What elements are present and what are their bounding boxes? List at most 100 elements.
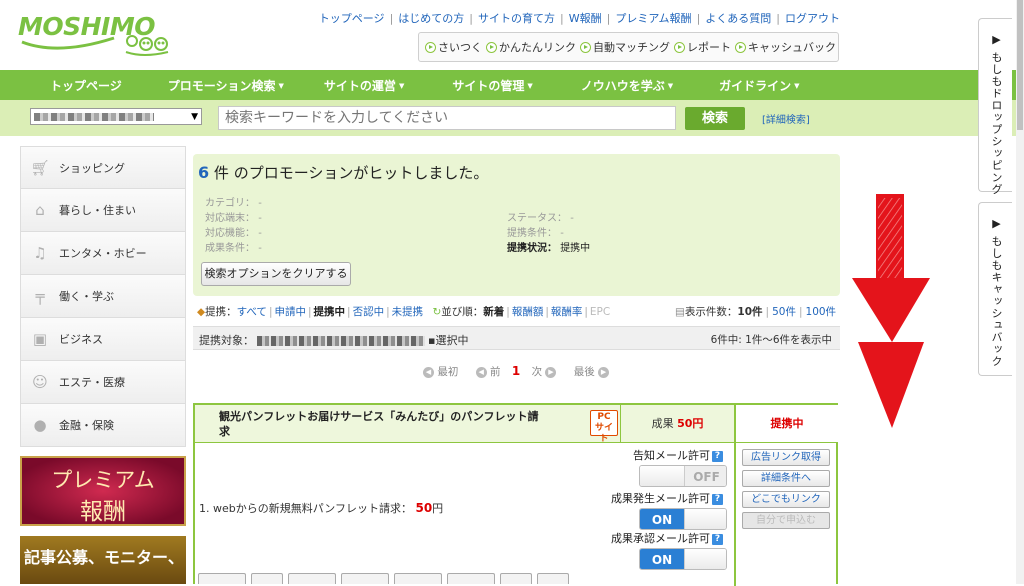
criteria-label: 提携条件： [507, 228, 557, 239]
category-entertainment[interactable]: ♫ エンタメ・ホビー [20, 232, 186, 275]
card-bottom-button[interactable] [198, 573, 246, 584]
side-tab-dropshipping[interactable]: ▶ もしもドロップシッピング [978, 18, 1012, 196]
approval-mail-toggle[interactable]: ON [639, 548, 727, 570]
clear-options-button[interactable]: 検索オプションをクリアする [201, 262, 351, 286]
toggle-state: OFF [684, 466, 726, 486]
category-label: ショッピング [59, 161, 125, 175]
badge-line: PC [597, 412, 611, 422]
card-bottom-button[interactable] [394, 573, 442, 584]
site-select[interactable]: ▼ [30, 108, 202, 125]
help-icon[interactable]: ? [712, 493, 723, 505]
caret-down-icon: ▼ [278, 82, 284, 90]
hit-count: 6 [198, 163, 210, 182]
nav-learn-knowhow[interactable]: ノウハウを学ぶ ▼ [581, 77, 673, 94]
tie-target-label: 提携対象： [199, 334, 254, 347]
nav-label: ノウハウを学ぶ [580, 78, 665, 93]
top-link-grow-site[interactable]: サイトの育て方 [478, 12, 555, 25]
nav-site-operation[interactable]: サイトの運営 ▼ [324, 77, 404, 94]
per-page-50[interactable]: 50件 [772, 306, 796, 318]
result-range: 6件中: 1件～6件を表示中 [710, 334, 832, 346]
nav-top-page[interactable]: トップページ [50, 77, 122, 94]
line-item-label: 1. webからの新規無料パンフレット請求： [199, 502, 412, 515]
nav-site-management[interactable]: サイトの管理 ▼ [452, 77, 532, 94]
nav-label: ガイドライン [719, 78, 792, 93]
sort-newest[interactable]: 新着 [483, 306, 504, 318]
quick-link-auto-matching[interactable]: 自動マッチング [580, 39, 670, 55]
card-bottom-button[interactable] [500, 573, 532, 584]
category-business[interactable]: ▣ ビジネス [20, 318, 186, 361]
category-work-study[interactable]: ╤ 働く・学ぶ [20, 275, 186, 318]
top-link-faq[interactable]: よくある質問 [705, 12, 771, 25]
sort-reward-rate[interactable]: 報酬率 [551, 306, 583, 318]
keyword-search-input[interactable] [218, 106, 676, 130]
promotion-title[interactable]: 観光パンフレットお届けサービス「みんたび」のパンフレット請求 [219, 409, 539, 439]
tie-filter-applying[interactable]: 申請中 [274, 306, 306, 318]
side-tab-cashback[interactable]: ▶ もしもキャッシュバック [978, 202, 1012, 376]
top-link-beginners[interactable]: はじめての方 [398, 12, 464, 25]
top-link-w-reward[interactable]: W報酬 [569, 12, 602, 25]
top-link-home[interactable]: トップページ [319, 12, 385, 25]
card-bottom-button[interactable] [251, 573, 283, 584]
nav-promotion-search[interactable]: プロモーション検索 ▼ [168, 77, 284, 94]
search-bar: ▼ 検索 [詳細検索] [0, 100, 1016, 136]
quick-link-cashback[interactable]: キャッシュバック [735, 39, 836, 55]
page-scrollbar[interactable] [1016, 0, 1024, 584]
category-label: 金融・保険 [59, 419, 114, 432]
per-page-100[interactable]: 100件 [806, 306, 837, 318]
quick-link-report[interactable]: レポート [674, 39, 731, 55]
sort-reward-amount[interactable]: 報酬額 [512, 306, 544, 318]
help-icon[interactable]: ? [712, 450, 723, 462]
separator: | [307, 306, 312, 318]
category-label: 働く・学ぶ [59, 290, 114, 303]
top-link-logout[interactable]: ログアウト [785, 12, 840, 25]
top-link-premium-reward[interactable]: プレミアム報酬 [615, 12, 691, 25]
category-finance[interactable]: ● 金融・保険 [20, 404, 186, 447]
premium-reward-banner[interactable]: プレミアム 報酬 [20, 456, 186, 526]
tie-filter-none[interactable]: 未提携 [392, 306, 424, 318]
promotion-actions: 広告リンク取得 詳細条件へ どこでもリンク 自分で申込む [734, 443, 838, 586]
reward-summary: 成果 50円 [620, 405, 734, 443]
detail-conditions-button[interactable]: 詳細条件へ [742, 470, 830, 487]
card-bottom-button[interactable] [447, 573, 495, 584]
tie-filter-active[interactable]: 提携中 [314, 306, 346, 318]
moshimo-logo[interactable]: MOSHIMO [18, 8, 173, 64]
tie-filter-all[interactable]: すべて [237, 306, 267, 318]
card-bottom-button[interactable] [288, 573, 336, 584]
criteria-label: 成果条件： [205, 243, 255, 254]
anywhere-link-button[interactable]: どこでもリンク [742, 491, 830, 508]
prev-page-icon: ◀ [475, 366, 487, 378]
card-bottom-button[interactable] [537, 573, 569, 584]
scrollbar-thumb[interactable] [1017, 0, 1023, 130]
help-icon[interactable]: ? [712, 533, 723, 545]
advanced-search-link[interactable]: [詳細検索] [762, 111, 810, 126]
sort-epc[interactable]: EPC [590, 306, 610, 318]
quick-link-saitsuku[interactable]: さいつく [425, 39, 482, 55]
get-ad-link-button[interactable]: 広告リンク取得 [742, 449, 830, 466]
separator: | [765, 306, 770, 318]
tie-filter-rejected[interactable]: 否認中 [353, 306, 385, 318]
category-shopping[interactable]: 🛒︎ ショッピング [20, 146, 186, 189]
pager-next[interactable]: 次 [532, 366, 543, 378]
music-icon: ♫ [33, 244, 47, 262]
category-beauty-medical[interactable]: ☺ エステ・医療 [20, 361, 186, 404]
separator: | [268, 306, 273, 318]
pager-prev[interactable]: 前 [490, 366, 501, 378]
quick-link-label: 自動マッチング [593, 41, 670, 54]
category-living[interactable]: ⌂ 暮らし・住まい [20, 189, 186, 232]
search-button[interactable]: 検索 [685, 107, 745, 130]
notice-mail-toggle[interactable]: OFF [639, 465, 727, 487]
article-recruit-banner[interactable]: 記事公募、モニター、 [20, 536, 186, 584]
self-apply-button[interactable]: 自分で申込む [742, 512, 830, 529]
per-page-selector: ▤表示件数：10件 | 50件 | 100件 [675, 304, 836, 319]
card-bottom-button[interactable] [341, 573, 389, 584]
redacted-site-name [34, 113, 154, 121]
pager-last[interactable]: 最後 [574, 366, 595, 378]
result-mail-toggle[interactable]: ON [639, 508, 727, 530]
nav-guidelines[interactable]: ガイドライン ▼ [719, 77, 799, 94]
pager-first[interactable]: 最初 [437, 366, 458, 378]
arrow-circle-icon [674, 41, 685, 53]
quick-link-easy-link[interactable]: かんたんリンク [486, 39, 576, 55]
side-tab-label: ▶ もしもキャッシュバック [988, 217, 1004, 368]
separator: | [606, 12, 611, 25]
per-page-10[interactable]: 10件 [737, 306, 762, 318]
